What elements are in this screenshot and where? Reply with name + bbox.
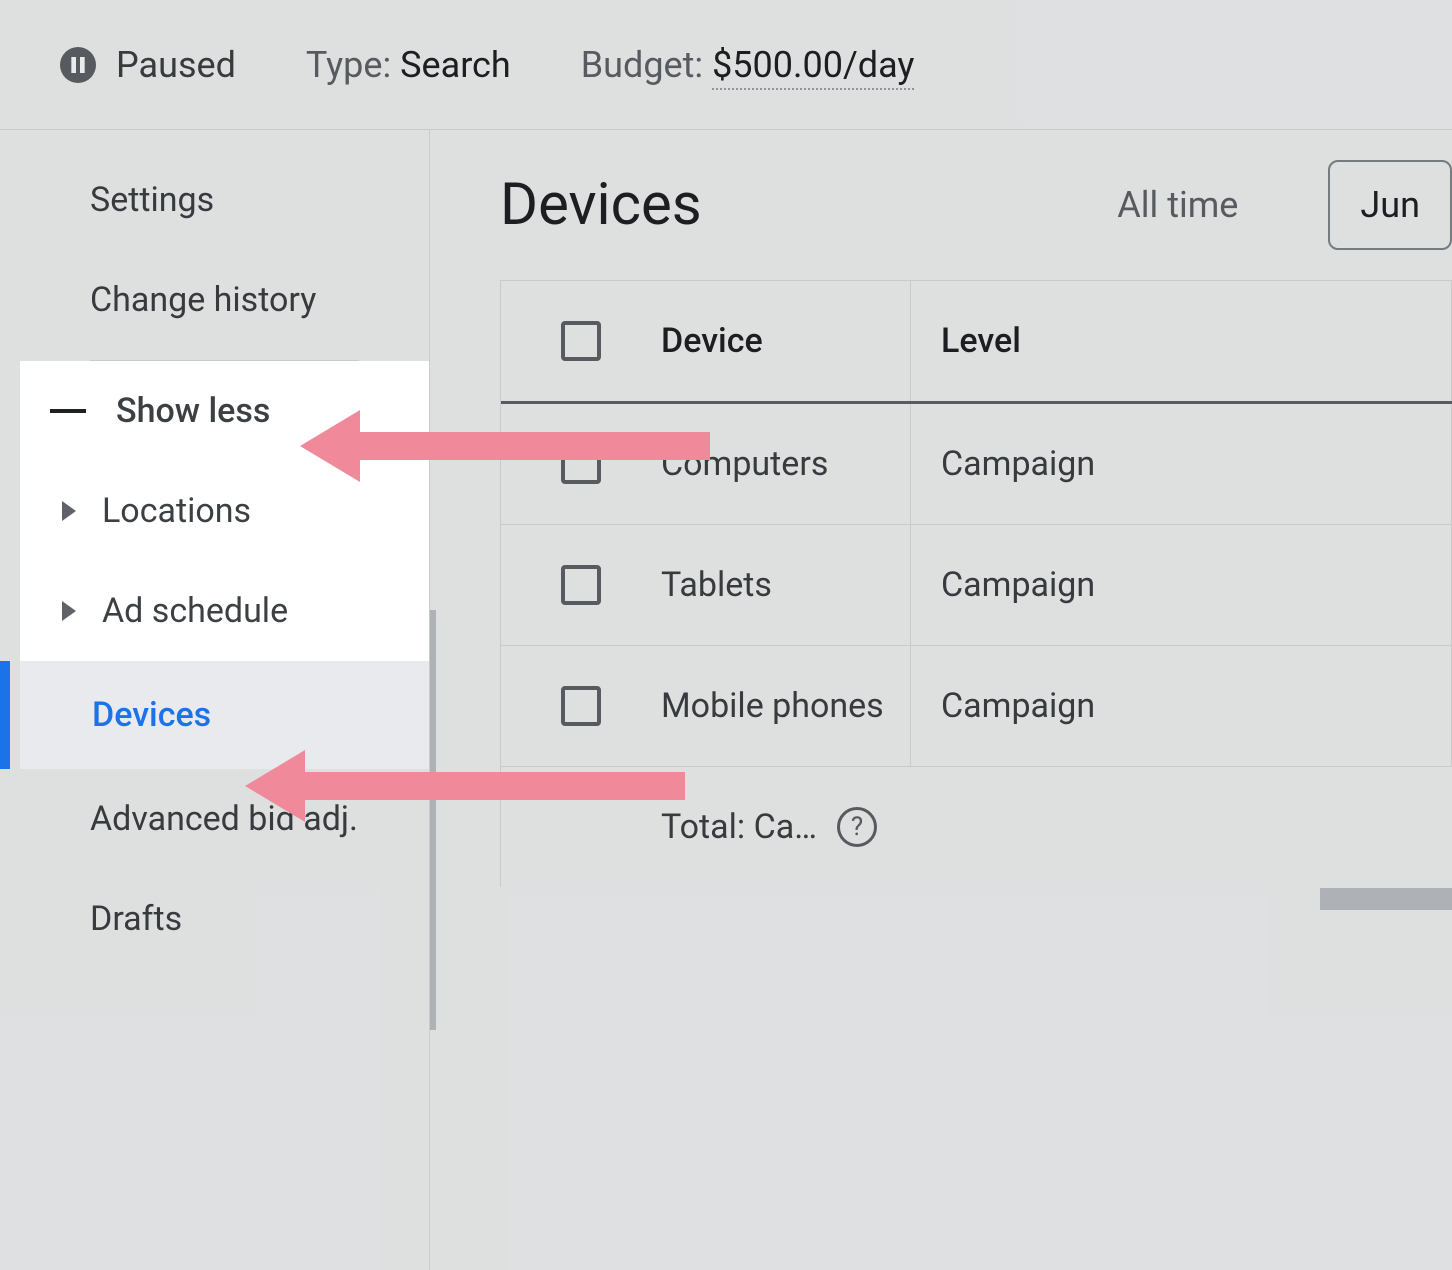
sidebar: Settings Change history Show less Locati… — [0, 130, 430, 1270]
type-value: Search — [400, 44, 511, 86]
table-header-row: Device Level — [501, 281, 1452, 404]
locations-label: Locations — [102, 491, 251, 531]
cell-device: Computers — [661, 404, 911, 524]
chevron-right-icon — [62, 501, 76, 521]
select-all-checkbox[interactable] — [561, 321, 601, 361]
date-range-button[interactable]: Jun — [1328, 160, 1452, 250]
scrollbar-vertical[interactable] — [430, 610, 436, 1030]
sidebar-highlight-region: Show less Locations Ad schedule Devices — [20, 361, 429, 769]
cell-level: Campaign — [911, 404, 1452, 524]
main-content: Devices All time Jun Device Level Comput… — [430, 130, 1452, 1270]
table-row[interactable]: Tablets Campaign — [501, 525, 1452, 646]
ad-schedule-label: Ad schedule — [102, 591, 288, 631]
cell-level: Campaign — [911, 646, 1452, 766]
sidebar-item-devices[interactable]: Devices — [20, 661, 429, 769]
row-checkbox[interactable] — [561, 444, 601, 484]
row-checkbox[interactable] — [561, 686, 601, 726]
cell-level: Campaign — [911, 525, 1452, 645]
devices-table: Device Level Computers Campaign Tablets … — [500, 280, 1452, 887]
show-less-label: Show less — [116, 391, 270, 431]
time-range-label[interactable]: All time — [1117, 184, 1238, 226]
table-row[interactable]: Mobile phones Campaign — [501, 646, 1452, 767]
pause-icon — [60, 47, 96, 83]
sidebar-item-advanced-bid[interactable]: Advanced bid adj. — [0, 769, 429, 869]
row-checkbox[interactable] — [561, 565, 601, 605]
budget-label: Budget: — [581, 44, 703, 86]
budget-value: $500.00/day — [712, 44, 914, 90]
type-label: Type: — [306, 44, 391, 86]
sidebar-item-drafts[interactable]: Drafts — [0, 869, 429, 969]
page-title: Devices — [500, 171, 702, 239]
type-field: Type: Search — [306, 44, 511, 86]
table-total-row: Total: Ca… ? — [501, 767, 1452, 887]
total-label: Total: Ca… — [661, 807, 817, 847]
devices-label: Devices — [92, 695, 211, 735]
col-header-level[interactable]: Level — [911, 281, 1452, 401]
sidebar-item-change-history[interactable]: Change history — [0, 250, 429, 350]
help-icon[interactable]: ? — [837, 807, 877, 847]
main-header: Devices All time Jun — [500, 160, 1452, 280]
scrollbar-horizontal[interactable] — [1320, 888, 1452, 910]
status-text: Paused — [116, 44, 236, 86]
chevron-right-icon — [62, 601, 76, 621]
sidebar-item-ad-schedule[interactable]: Ad schedule — [20, 561, 429, 661]
sidebar-item-settings[interactable]: Settings — [0, 150, 429, 250]
budget-field[interactable]: Budget: $500.00/day — [581, 44, 915, 86]
sidebar-show-less[interactable]: Show less — [20, 361, 429, 461]
cell-device: Tablets — [661, 525, 911, 645]
cell-device: Mobile phones — [661, 646, 911, 766]
table-row[interactable]: Computers Campaign — [501, 404, 1452, 525]
campaign-header: Paused Type: Search Budget: $500.00/day — [0, 0, 1452, 130]
status-badge: Paused — [60, 44, 236, 86]
col-header-device[interactable]: Device — [661, 281, 911, 401]
sidebar-item-locations[interactable]: Locations — [20, 461, 429, 561]
minus-icon — [50, 409, 86, 413]
